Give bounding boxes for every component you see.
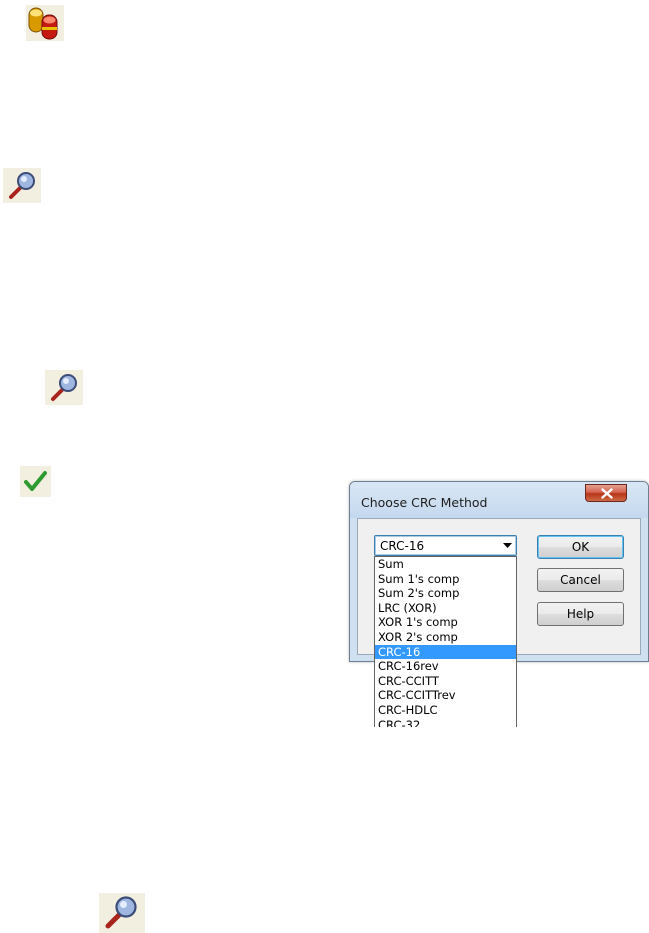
close-button[interactable]	[585, 484, 627, 502]
close-icon	[601, 488, 613, 499]
chevron-down-icon[interactable]	[503, 543, 512, 548]
magnifier-icon[interactable]	[99, 893, 145, 933]
cancel-button[interactable]: Cancel	[537, 568, 624, 592]
magnifier-icon[interactable]	[45, 370, 83, 405]
list-item[interactable]: XOR 1's comp	[375, 615, 516, 630]
list-item[interactable]: LRC (XOR)	[375, 601, 516, 616]
list-item[interactable]: XOR 2's comp	[375, 630, 516, 645]
combo-selected-value: CRC-16	[380, 539, 425, 553]
crc-method-list[interactable]: Sum Sum 1's comp Sum 2's comp LRC (XOR) …	[374, 556, 517, 727]
list-item[interactable]: CRC-16rev	[375, 659, 516, 674]
list-item[interactable]: Sum 1's comp	[375, 572, 516, 587]
list-item[interactable]: CRC-CCITT	[375, 674, 516, 689]
crc-method-combo[interactable]: CRC-16	[374, 535, 517, 556]
list-item-selected[interactable]: CRC-16	[375, 644, 516, 660]
list-item[interactable]: Sum	[375, 557, 516, 572]
dialog-title-bar[interactable]: Choose CRC Method	[350, 482, 648, 518]
database-icon[interactable]	[26, 5, 64, 41]
magnifier-icon[interactable]	[3, 168, 41, 203]
checkmark-icon[interactable]	[20, 466, 51, 497]
list-item[interactable]: Sum 2's comp	[375, 586, 516, 601]
ok-button[interactable]: OK	[537, 535, 624, 559]
dialog-title: Choose CRC Method	[361, 495, 488, 510]
list-item[interactable]: CRC-HDLC	[375, 703, 516, 718]
list-item[interactable]: CRC-32	[375, 718, 516, 727]
list-item[interactable]: CRC-CCITTrev	[375, 688, 516, 703]
help-button[interactable]: Help	[537, 602, 624, 626]
